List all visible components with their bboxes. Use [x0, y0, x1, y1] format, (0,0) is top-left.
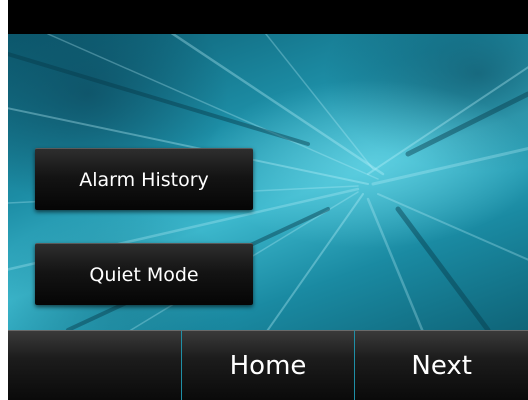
alarm-history-label: Alarm History [79, 168, 209, 191]
quiet-mode-button[interactable]: Quiet Mode [35, 243, 253, 305]
next-softkey-label: Next [411, 350, 472, 381]
home-softkey[interactable]: Home [180, 330, 355, 400]
softkey-bar: Home Next [8, 330, 528, 400]
status-bar [8, 0, 528, 34]
quiet-mode-label: Quiet Mode [89, 263, 199, 286]
alarm-history-button[interactable]: Alarm History [35, 148, 253, 210]
home-softkey-label: Home [229, 350, 307, 381]
next-softkey[interactable]: Next [354, 330, 528, 400]
phone-screen: Alarm History Quiet Mode Home Next [8, 0, 528, 400]
softkey-left[interactable] [8, 330, 181, 400]
